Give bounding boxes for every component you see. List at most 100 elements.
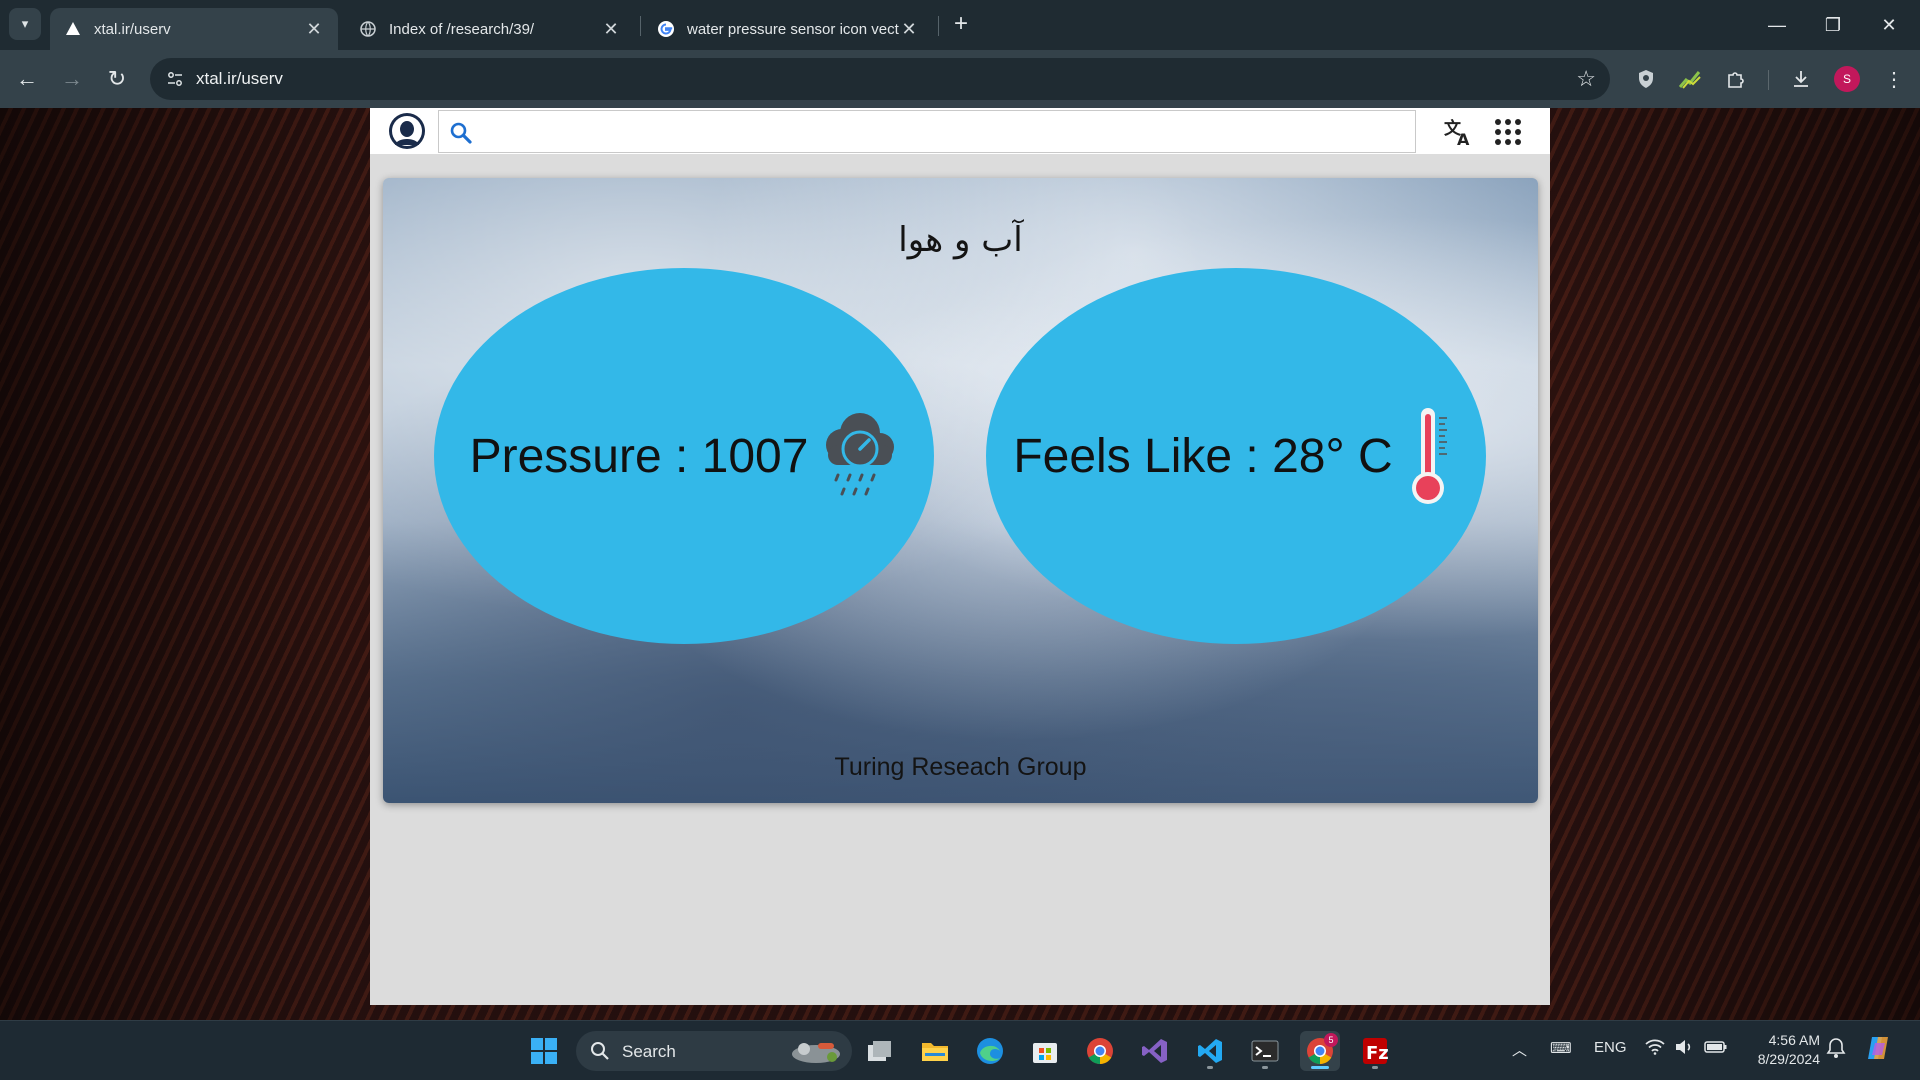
google-favicon-icon	[657, 20, 675, 38]
close-icon: ✕	[1881, 14, 1897, 35]
pressure-gauge-cloud-icon	[818, 411, 898, 501]
clock[interactable]: 4:56 AM 8/29/2024	[1740, 1031, 1820, 1069]
tab-xtal-userv[interactable]: xtal.ir/userv ✕	[50, 8, 338, 50]
arrow-right-icon: →	[61, 66, 83, 91]
show-hidden-icons-chevron-icon[interactable]: ︿	[1512, 1039, 1527, 1060]
shield-extension-icon[interactable]	[1630, 63, 1662, 95]
close-window-button[interactable]: ✕	[1866, 8, 1912, 42]
reload-button[interactable]: ↻	[100, 62, 134, 96]
page-container: 文A آب و هوا Pressure : 1007 Feels Like:…	[370, 108, 1550, 1005]
taskbar-search[interactable]: Search	[576, 1031, 852, 1071]
battery-icon[interactable]	[1704, 1039, 1728, 1059]
tab-index-research[interactable]: Index of /research/39/ ✕	[345, 8, 635, 50]
store-icon	[1033, 1043, 1057, 1063]
bookmark-star-icon[interactable]: ☆	[1576, 66, 1596, 92]
terminal-app[interactable]	[1245, 1031, 1285, 1071]
profile-avatar[interactable]: S	[1834, 66, 1860, 92]
tab-search-button[interactable]: ▾	[9, 8, 41, 40]
svg-text:A: A	[1457, 130, 1470, 148]
site-header: 文A	[370, 108, 1550, 154]
weather-card: آب و هوا Pressure : 1007 Feels Like: 28…	[383, 178, 1538, 803]
pressure-bubble: Pressure : 1007	[434, 268, 934, 644]
tab-title: water pressure sensor icon vect	[687, 20, 899, 38]
windows-taskbar: Search 5 Fz ︿ ⌨ ENG 4:56 AM 8/29/2024	[0, 1020, 1920, 1080]
svg-text:Fz: Fz	[1366, 1043, 1388, 1064]
running-indicator	[1207, 1066, 1213, 1069]
thermometer-icon	[1403, 404, 1459, 508]
wifi-icon[interactable]	[1645, 1039, 1665, 1059]
visual-studio-icon	[1142, 1039, 1167, 1063]
more-menu-icon[interactable]: ⋮	[1878, 63, 1910, 95]
chrome-profile-app[interactable]: 5	[1300, 1031, 1340, 1071]
tab-google-search[interactable]: water pressure sensor icon vect ✕	[643, 8, 933, 50]
taskbar-search-label: Search	[622, 1042, 676, 1061]
running-indicator	[1372, 1066, 1378, 1069]
search-icon	[590, 1041, 610, 1066]
chrome-app[interactable]	[1080, 1031, 1120, 1071]
tab-title: Index of /research/39/	[389, 20, 535, 38]
running-indicator	[1262, 1066, 1268, 1069]
feels-like-value: Feels Like : 28° C	[1013, 429, 1393, 483]
minimize-button[interactable]: —	[1754, 8, 1800, 42]
notifications-bell-icon[interactable]	[1826, 1037, 1846, 1063]
feels-like-bubble: Feels Like : 28° C	[986, 268, 1486, 644]
extensions-puzzle-icon[interactable]	[1720, 63, 1752, 95]
site-search-box[interactable]	[438, 110, 1416, 153]
apps-grid-icon[interactable]	[1494, 118, 1522, 146]
footer-credit: Turing Reseach Group	[834, 753, 1087, 781]
minimize-icon: —	[1768, 14, 1786, 35]
new-tab-button[interactable]: +	[948, 12, 974, 38]
chevron-down-icon: ▾	[21, 16, 29, 31]
chart-extension-icon[interactable]	[1674, 63, 1706, 95]
filezilla-app[interactable]: Fz	[1355, 1031, 1395, 1071]
copilot-icon[interactable]	[1864, 1033, 1894, 1067]
forward-button[interactable]: →	[55, 62, 89, 96]
clock-date: 8/29/2024	[1757, 1051, 1820, 1067]
volume-icon[interactable]	[1674, 1039, 1694, 1059]
address-bar[interactable]: xtal.ir/userv ☆	[150, 58, 1610, 100]
terminal-icon	[1251, 1040, 1279, 1062]
search-highlight-icon	[786, 1037, 844, 1072]
url-text[interactable]: xtal.ir/userv	[196, 69, 283, 89]
user-avatar-icon[interactable]	[388, 112, 426, 150]
language-indicator[interactable]: ENG	[1594, 1039, 1627, 1056]
globe-favicon-icon	[359, 20, 377, 38]
site-settings-icon[interactable]	[164, 68, 186, 90]
tab-separator	[938, 16, 939, 36]
arrow-left-icon: ←	[16, 66, 38, 91]
chrome-icon	[1087, 1038, 1113, 1065]
browser-tab-bar: ▾ xtal.ir/userv ✕ Index of /research/39/…	[0, 0, 1920, 50]
edge-app[interactable]	[970, 1031, 1010, 1071]
tab-title: xtal.ir/userv	[94, 20, 171, 38]
close-tab-icon[interactable]: ✕	[601, 19, 621, 40]
back-button[interactable]: ←	[10, 62, 44, 96]
translate-icon[interactable]: 文A	[1442, 116, 1474, 149]
close-tab-icon[interactable]: ✕	[899, 19, 919, 40]
chrome-profile-badge: 5	[1324, 1033, 1338, 1047]
task-view-button[interactable]	[860, 1031, 900, 1071]
task-view-icon	[868, 1041, 891, 1061]
keyboard-icon[interactable]: ⌨	[1550, 1039, 1572, 1057]
weather-title: آب و هوا	[898, 220, 1023, 260]
plus-icon: +	[953, 10, 968, 37]
running-indicator	[1311, 1066, 1329, 1069]
browser-toolbar: ← → ↻ xtal.ir/userv ☆ ⋮	[0, 50, 1920, 108]
close-tab-icon[interactable]: ✕	[304, 19, 324, 40]
clock-time: 4:56 AM	[1768, 1032, 1820, 1048]
vscode-app[interactable]	[1190, 1031, 1230, 1071]
pressure-value: Pressure : 1007	[469, 429, 809, 483]
triangle-favicon-icon	[64, 20, 82, 38]
visual-studio-app[interactable]	[1135, 1031, 1175, 1071]
reload-icon: ↻	[107, 66, 127, 91]
vscode-icon	[1198, 1039, 1222, 1063]
file-explorer-app[interactable]	[915, 1031, 955, 1071]
toolbar-divider	[1768, 70, 1769, 90]
start-button[interactable]	[524, 1031, 564, 1071]
downloads-icon[interactable]	[1785, 63, 1817, 95]
site-search-input[interactable]	[483, 117, 1403, 147]
microsoft-store-app[interactable]	[1025, 1031, 1065, 1071]
edge-icon	[977, 1038, 1003, 1064]
restore-button[interactable]: ❐	[1810, 8, 1856, 42]
folder-icon	[922, 1043, 948, 1061]
page-viewport: 文A آب و هوا Pressure : 1007 Feels Like:…	[0, 108, 1920, 1020]
